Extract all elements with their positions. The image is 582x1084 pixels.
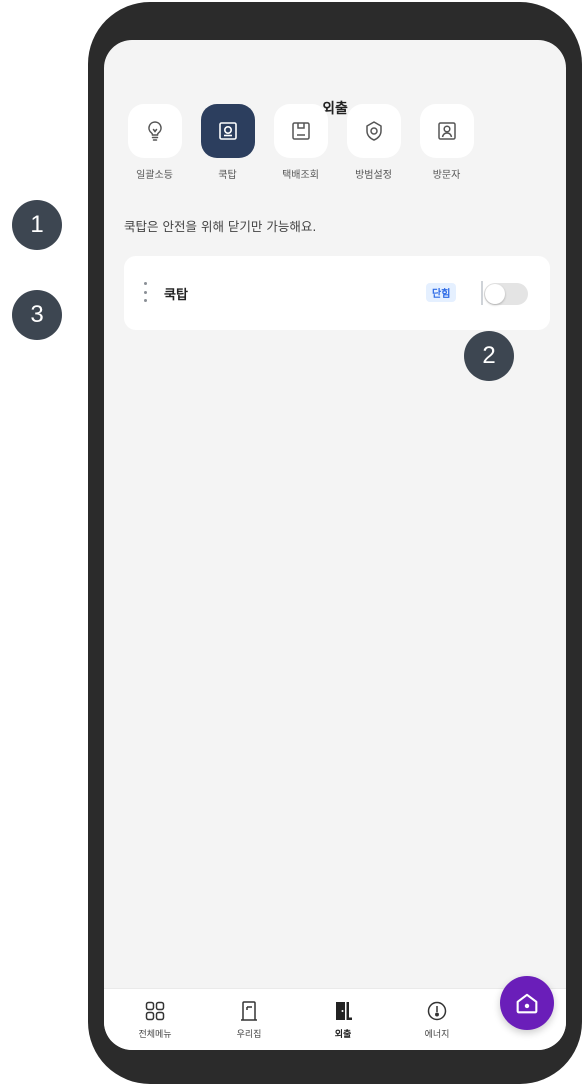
parcel-icon [273,104,328,158]
cooktop-toggle[interactable] [484,283,528,305]
status-badge: 단힘 [426,283,457,302]
visitor-icon [419,104,474,158]
exit-icon [336,1002,352,1020]
category-all-lights-off[interactable]: 일괄소등 [118,104,191,181]
category-security[interactable]: 방범설정 [337,104,410,181]
nav-label: 전체메뉴 [138,1030,172,1040]
category-label: 방문자 [432,170,461,181]
cooktop-icon [200,104,255,158]
nav-label: 외출 [334,1030,352,1040]
category-visitor[interactable]: 방문자 [410,104,483,181]
step-marker-1: 1 [12,200,62,250]
home-button[interactable] [500,976,554,1030]
door-icon [241,1001,257,1021]
cooktop-notice: 쿡탑은 안전을 위해 닫기만 가능해요. [124,219,317,234]
bottom-nav: 전체메뉴 우리집 외출 에너지 [104,988,566,1050]
home-icon [516,993,538,1014]
energy-gauge-icon [427,1001,447,1021]
category-cooktop[interactable]: 쿡탑 [191,104,264,181]
category-label: 일괄소등 [136,170,173,181]
lightbulb-icon [127,104,182,158]
category-label: 택배조회 [282,170,319,181]
category-row: 일괄소등 쿡탑 택배조회 방범설정 방문자 [118,104,483,181]
device-name: 쿡탑 [164,288,188,303]
step-marker-3: 3 [12,290,62,340]
toggle-knob [485,284,505,304]
divider [481,281,483,305]
nav-label: 에너지 [424,1030,450,1040]
nav-going-out[interactable]: 외출 [296,989,390,1050]
security-shield-icon [346,104,401,158]
nav-label: 우리집 [236,1030,262,1040]
step-marker-2: 2 [464,331,514,381]
nav-my-home[interactable]: 우리집 [202,989,296,1050]
nav-energy[interactable]: 에너지 [390,989,484,1050]
grid-menu-icon [145,1001,165,1021]
category-label: 쿡탑 [218,170,237,181]
cooktop-card: 쿡탑 단힘 [124,256,550,330]
category-label: 방범설정 [355,170,392,181]
category-parcel[interactable]: 택배조회 [264,104,337,181]
nav-all-menu[interactable]: 전체메뉴 [108,989,202,1050]
app-screen: 외출 일괄소등 쿡탑 택배조회 방범설정 방문자 쿡탑은 안전을 위해 닫기만 … [104,40,566,1050]
drag-handle-icon[interactable] [140,282,150,302]
